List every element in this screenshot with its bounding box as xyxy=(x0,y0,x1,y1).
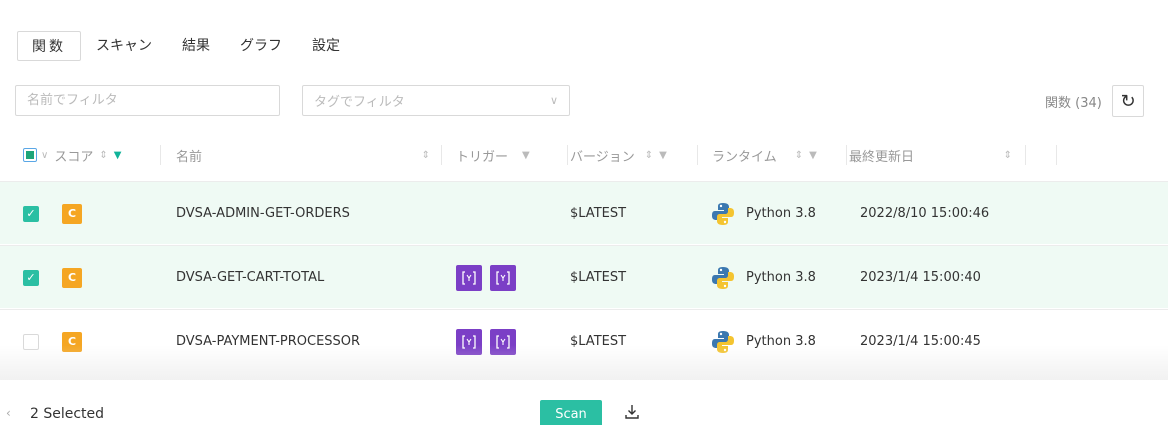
score-badge: C xyxy=(62,203,82,224)
updated-cell: 2022/8/10 15:00:46 xyxy=(860,206,990,221)
python-icon xyxy=(710,265,736,291)
tab-settings[interactable]: 設定 xyxy=(297,31,355,61)
column-header-updated[interactable]: 最終更新日 xyxy=(849,146,914,165)
tag-filter-select[interactable]: タグでフィルタ ∨ xyxy=(302,85,570,116)
column-header-score[interactable]: スコア xyxy=(54,146,93,165)
header-runtime-cell: ランタイム ⇕ ▼ xyxy=(712,137,847,173)
column-header-runtime[interactable]: ランタイム xyxy=(712,146,777,165)
scroll-shadow xyxy=(0,345,1168,380)
filter-icon[interactable]: ▼ xyxy=(522,150,530,161)
api-gateway-icon[interactable] xyxy=(490,264,516,291)
python-icon xyxy=(710,201,736,227)
header-version-cell: バージョン ⇕ ▼ xyxy=(570,137,698,173)
header-extra-cell xyxy=(1028,137,1057,173)
runtime-label: Python 3.8 xyxy=(746,206,816,221)
sort-icon[interactable]: ⇕ xyxy=(795,150,803,161)
row-checkbox[interactable] xyxy=(23,205,39,222)
sort-icon[interactable]: ⇕ xyxy=(645,150,653,161)
table-header: ∨ スコア ⇕ ▼ 名前 ⇕ トリガー ▼ バージョン ⇕ ▼ ランタイム ⇕ … xyxy=(15,137,1165,173)
version-cell: $LATEST xyxy=(570,206,627,221)
filter-icon[interactable]: ▼ xyxy=(659,150,667,161)
tab-results[interactable]: 結果 xyxy=(167,31,225,61)
refresh-icon: ↻ xyxy=(1120,90,1136,112)
function-count: 関数 (34) xyxy=(1045,96,1102,111)
chevron-left-icon[interactable]: ‹ xyxy=(6,406,11,420)
row-checkbox[interactable] xyxy=(23,269,39,286)
header-name-cell: 名前 ⇕ xyxy=(176,137,442,173)
version-cell: $LATEST xyxy=(570,270,627,285)
runtime-cell: Python 3.8 xyxy=(710,246,816,309)
tab-bar: 関数 スキャン 結果 グラフ 設定 xyxy=(17,31,355,61)
sort-icon[interactable]: ⇕ xyxy=(422,150,430,161)
table-row[interactable]: C DVSA-ADMIN-GET-ORDERS $LATEST Python 3.8 2… xyxy=(0,181,1168,244)
select-dropdown-icon[interactable]: ∨ xyxy=(41,150,48,161)
chevron-down-icon: ∨ xyxy=(549,94,558,107)
column-header-trigger[interactable]: トリガー xyxy=(456,146,508,165)
filter-icon[interactable]: ▼ xyxy=(809,150,817,161)
header-trigger-cell: トリガー ▼ xyxy=(456,137,568,173)
tab-scan[interactable]: スキャン xyxy=(81,31,167,61)
score-badge: C xyxy=(62,267,82,288)
header-updated-cell: 最終更新日 ⇕ xyxy=(849,137,1026,173)
updated-cell: 2023/1/4 15:00:40 xyxy=(860,270,981,285)
sort-icon[interactable]: ⇕ xyxy=(1004,150,1012,161)
select-all-checkbox[interactable] xyxy=(23,148,37,162)
scan-button[interactable]: Scan xyxy=(540,400,602,425)
tab-graph[interactable]: グラフ xyxy=(225,31,297,61)
column-header-version[interactable]: バージョン xyxy=(570,146,635,165)
api-gateway-icon[interactable] xyxy=(456,264,482,291)
trigger-cell xyxy=(456,246,524,309)
download-icon[interactable] xyxy=(622,402,642,422)
table-row[interactable]: C DVSA-GET-CART-TOTAL $LATEST Python 3.8 202… xyxy=(0,245,1168,308)
function-name[interactable]: DVSA-ADMIN-GET-ORDERS xyxy=(176,182,350,245)
function-name[interactable]: DVSA-GET-CART-TOTAL xyxy=(176,246,324,309)
name-filter-input[interactable] xyxy=(15,85,280,116)
selected-count: 2 Selected xyxy=(30,406,105,422)
runtime-label: Python 3.8 xyxy=(746,270,816,285)
column-header-name[interactable]: 名前 xyxy=(176,146,202,165)
tag-filter-placeholder: タグでフィルタ xyxy=(314,95,405,110)
sort-icon[interactable]: ⇕ xyxy=(99,150,107,161)
tab-functions[interactable]: 関数 xyxy=(17,31,81,61)
header-score-cell: ∨ スコア ⇕ ▼ xyxy=(23,137,161,173)
refresh-button[interactable]: ↻ xyxy=(1112,85,1144,117)
runtime-cell: Python 3.8 xyxy=(710,182,816,245)
filter-icon[interactable]: ▼ xyxy=(114,150,122,161)
